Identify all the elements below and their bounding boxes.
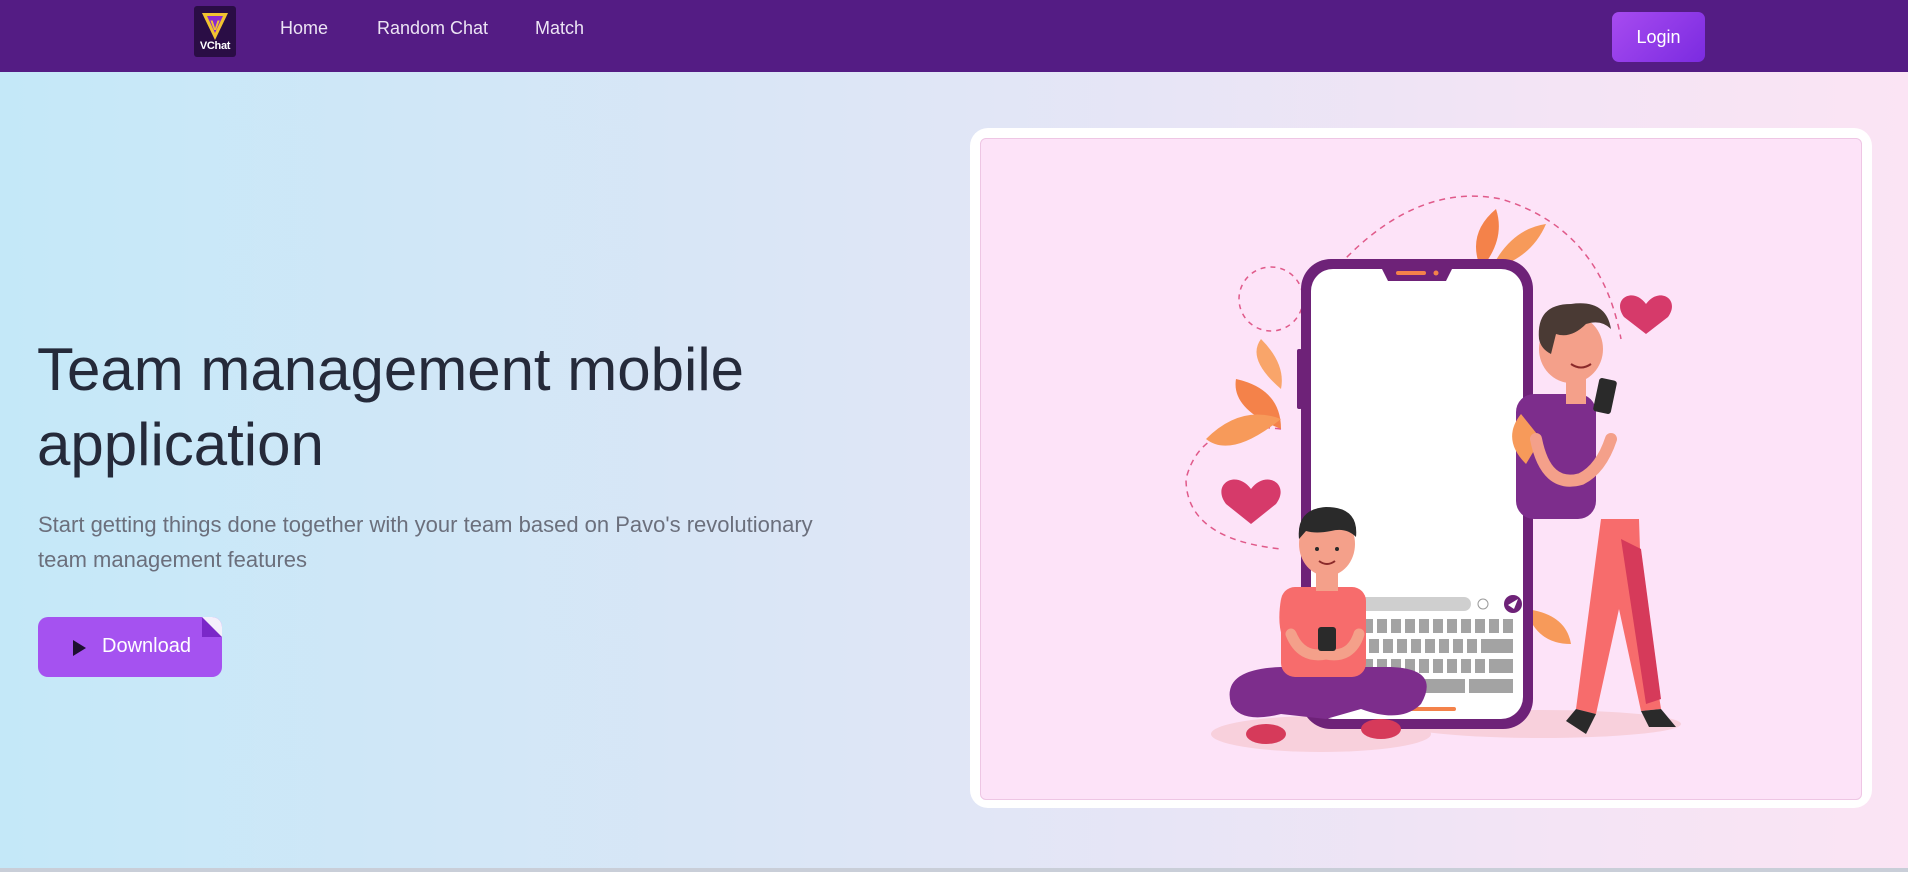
top-navbar: V VChat Home Random Chat Match Login [0,0,1908,72]
corner-fold-decoration [202,617,222,637]
vchat-logo[interactable]: V VChat [194,6,236,57]
logo-text: VChat [199,40,231,52]
hero-illustration-frame [970,128,1872,808]
hero-subtitle: Start getting things done together with … [38,512,813,572]
svg-text:V: V [210,17,220,33]
nav-link-random-chat[interactable]: Random Chat [377,18,488,39]
nav-link-match[interactable]: Match [535,18,584,39]
login-button[interactable]: Login [1612,12,1705,62]
download-button-label: Download [102,635,191,657]
download-button[interactable]: Download [38,617,222,677]
hero-title: Team management mobile application [37,336,745,478]
hero-illustration [980,138,1862,800]
play-icon [73,640,86,656]
people-chatting-illustration [1185,195,1681,752]
horizontal-scrollbar[interactable] [0,868,1908,872]
nav-link-home[interactable]: Home [280,18,328,39]
